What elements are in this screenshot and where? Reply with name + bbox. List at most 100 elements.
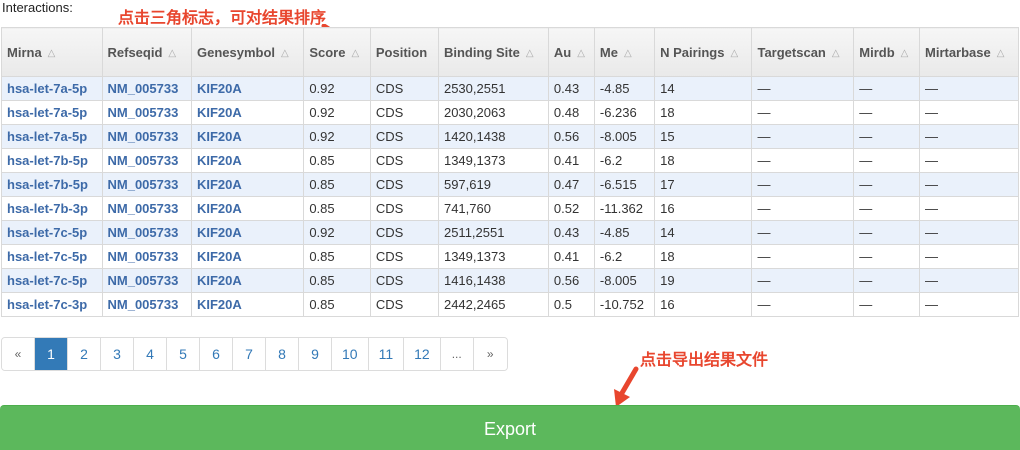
table-cell[interactable]: NM_005733: [101, 268, 192, 293]
col-genesymbol[interactable]: Genesymbol △: [190, 27, 305, 77]
sort-icon[interactable]: △: [526, 48, 534, 59]
table-cell[interactable]: NM_005733: [101, 124, 192, 149]
sort-icon[interactable]: △: [577, 48, 585, 59]
table-cell[interactable]: KIF20A: [190, 268, 305, 293]
table-cell: CDS: [369, 76, 439, 101]
table-cell[interactable]: KIF20A: [190, 172, 305, 197]
table-row: hsa-let-7b-3p NM_005733 KIF20A 0.85 CDS 741,7…: [1, 196, 1019, 221]
table-cell[interactable]: hsa-let-7a-5p: [1, 76, 103, 101]
page-link[interactable]: 8: [266, 338, 299, 370]
table-cell: —: [919, 148, 1019, 173]
table-cell[interactable]: hsa-let-7c-5p: [1, 244, 103, 269]
table-cell[interactable]: hsa-let-7c-5p: [1, 268, 103, 293]
export-hint-annotation: 点击导出结果文件: [640, 350, 769, 369]
table-cell[interactable]: NM_005733: [101, 148, 192, 173]
sort-icon[interactable]: △: [997, 48, 1005, 59]
col-targetscan[interactable]: Targetscan △: [751, 27, 855, 77]
table-cell: 0.85: [303, 196, 371, 221]
col-au[interactable]: Au △: [547, 27, 595, 77]
table-cell[interactable]: NM_005733: [101, 172, 192, 197]
table-cell: —: [919, 220, 1019, 245]
table-cell: —: [853, 76, 920, 101]
table-cell[interactable]: KIF20A: [190, 100, 305, 125]
page-link[interactable]: 11: [368, 338, 405, 370]
page-link[interactable]: 4: [134, 338, 167, 370]
col-mirdb[interactable]: Mirdb △: [853, 27, 920, 77]
col-binding-site[interactable]: Binding Site △: [437, 27, 549, 77]
col-n-pairings[interactable]: N Pairings △: [654, 27, 753, 77]
table-cell: 0.41: [547, 148, 595, 173]
table-cell[interactable]: KIF20A: [190, 292, 305, 317]
export-button[interactable]: Export: [0, 405, 1020, 450]
col-score[interactable]: Score △: [303, 27, 371, 77]
sort-icon[interactable]: △: [48, 48, 56, 59]
table-cell[interactable]: KIF20A: [190, 148, 305, 173]
page-link[interactable]: 10: [332, 338, 369, 370]
table-cell: —: [751, 76, 855, 101]
col-mirna[interactable]: Mirna △: [1, 27, 103, 77]
table-cell: 14: [654, 76, 753, 101]
table-cell[interactable]: NM_005733: [101, 220, 192, 245]
table-cell[interactable]: hsa-let-7b-5p: [1, 172, 103, 197]
table-cell: CDS: [369, 292, 439, 317]
col-mirtarbase[interactable]: Mirtarbase △: [919, 27, 1019, 77]
sort-icon[interactable]: △: [901, 48, 909, 59]
table-cell[interactable]: NM_005733: [101, 196, 192, 221]
page-link[interactable]: 2: [68, 338, 101, 370]
table-cell: CDS: [369, 220, 439, 245]
table-cell: —: [919, 196, 1019, 221]
page-link[interactable]: 5: [167, 338, 200, 370]
table-cell[interactable]: NM_005733: [101, 292, 192, 317]
page-link[interactable]: ...: [440, 338, 474, 370]
page-link[interactable]: »: [473, 338, 507, 370]
page-link[interactable]: 1: [35, 338, 68, 370]
page-link[interactable]: 6: [200, 338, 233, 370]
page-link[interactable]: 3: [101, 338, 134, 370]
sort-icon[interactable]: △: [281, 48, 289, 59]
sort-icon[interactable]: △: [730, 48, 738, 59]
table-cell[interactable]: hsa-let-7c-5p: [1, 220, 103, 245]
table-cell: -6.236: [593, 100, 656, 125]
table-cell: CDS: [369, 172, 439, 197]
sort-icon[interactable]: △: [624, 48, 632, 59]
table-cell: —: [919, 76, 1019, 101]
export-hint-arrow-icon: [614, 366, 639, 407]
table-body: hsa-let-7a-5p NM_005733 KIF20A 0.92 CDS 2530,…: [1, 76, 1019, 317]
table-cell: —: [751, 124, 855, 149]
table-cell[interactable]: hsa-let-7a-5p: [1, 124, 103, 149]
table-cell[interactable]: hsa-let-7b-3p: [1, 196, 103, 221]
table-cell: —: [919, 244, 1019, 269]
table-cell: 0.85: [303, 268, 371, 293]
table-row: hsa-let-7c-3p NM_005733 KIF20A 0.85 CDS 2442,…: [1, 292, 1019, 317]
table-cell[interactable]: KIF20A: [190, 196, 305, 221]
table-cell[interactable]: hsa-let-7b-5p: [1, 148, 103, 173]
table-cell[interactable]: NM_005733: [101, 244, 192, 269]
table-cell: 0.85: [303, 292, 371, 317]
table-cell: 597,619: [437, 172, 549, 197]
table-cell[interactable]: KIF20A: [190, 124, 305, 149]
table-cell[interactable]: NM_005733: [101, 76, 192, 101]
col-refseqid[interactable]: Refseqid △: [101, 27, 192, 77]
sort-icon[interactable]: △: [168, 48, 176, 59]
table-cell: —: [919, 100, 1019, 125]
sort-icon[interactable]: △: [832, 48, 840, 59]
table-cell[interactable]: hsa-let-7a-5p: [1, 100, 103, 125]
table-cell: -10.752: [593, 292, 656, 317]
page-link[interactable]: «: [2, 338, 35, 370]
table-cell: 17: [654, 172, 753, 197]
table-row: hsa-let-7a-5p NM_005733 KIF20A 0.92 CDS 2530,…: [1, 76, 1019, 101]
page-link[interactable]: 9: [299, 338, 332, 370]
table-cell: -6.2: [593, 244, 656, 269]
table-cell[interactable]: hsa-let-7c-3p: [1, 292, 103, 317]
page-link[interactable]: 12: [404, 338, 441, 370]
table-cell[interactable]: KIF20A: [190, 76, 305, 101]
table-cell: -8.005: [593, 268, 656, 293]
col-me[interactable]: Me △: [593, 27, 656, 77]
table-cell[interactable]: KIF20A: [190, 220, 305, 245]
table-cell[interactable]: KIF20A: [190, 244, 305, 269]
page-link[interactable]: 7: [233, 338, 266, 370]
table-cell: -6.515: [593, 172, 656, 197]
table-cell: 18: [654, 100, 753, 125]
sort-icon[interactable]: △: [351, 48, 359, 59]
table-cell[interactable]: NM_005733: [101, 100, 192, 125]
